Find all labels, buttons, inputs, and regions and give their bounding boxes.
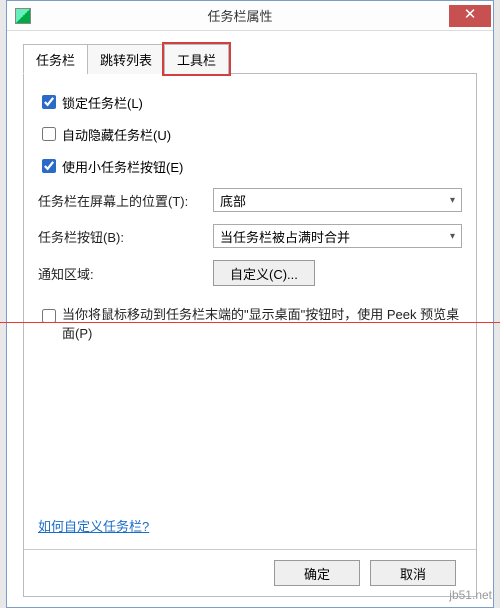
position-value: 底部: [220, 191, 246, 210]
close-icon[interactable]: ✕: [449, 5, 491, 27]
chevron-down-icon: ▾: [450, 231, 455, 242]
buttons-row: 任务栏按钮(B): 当任务栏被占满时合并 ▾: [38, 224, 462, 248]
autohide-row: 自动隐藏任务栏(U): [38, 124, 462, 144]
tab-toolbar-label: 工具栏: [177, 53, 216, 68]
tab-pane: 锁定任务栏(L) 自动隐藏任务栏(U) 使用小任务栏按钮(E) 任务栏在屏幕上的…: [23, 74, 477, 597]
titlebar: 任务栏属性 ✕: [7, 1, 493, 31]
autohide-checkbox[interactable]: [42, 127, 56, 141]
position-select[interactable]: 底部 ▾: [213, 188, 462, 212]
tab-taskbar[interactable]: 任务栏: [23, 44, 88, 74]
tab-jumplist-label: 跳转列表: [100, 53, 152, 68]
watermark: jb51.net: [449, 588, 492, 602]
small-row: 使用小任务栏按钮(E): [38, 156, 462, 176]
lock-row: 锁定任务栏(L): [38, 92, 462, 112]
tab-taskbar-label: 任务栏: [36, 53, 75, 68]
ok-button[interactable]: 确定: [274, 560, 360, 586]
peek-checkbox[interactable]: [42, 309, 56, 323]
notify-label: 通知区域:: [38, 264, 213, 283]
tab-jumplist[interactable]: 跳转列表: [87, 44, 165, 74]
small-checkbox[interactable]: [42, 159, 56, 173]
chevron-down-icon: ▾: [450, 195, 455, 206]
position-row: 任务栏在屏幕上的位置(T): 底部 ▾: [38, 188, 462, 212]
peek-label: 当你将鼠标移动到任务栏末端的"显示桌面"按钮时，使用 Peek 预览桌面(P): [62, 306, 462, 344]
customize-button[interactable]: 自定义(C)...: [213, 260, 315, 286]
app-icon: [15, 8, 31, 24]
peek-row: 当你将鼠标移动到任务栏末端的"显示桌面"按钮时，使用 Peek 预览桌面(P): [38, 306, 462, 344]
help-link[interactable]: 如何自定义任务栏?: [38, 516, 462, 535]
spacer: [38, 344, 462, 516]
tab-strip: 任务栏 跳转列表 工具栏: [23, 43, 477, 74]
small-label: 使用小任务栏按钮(E): [62, 157, 183, 176]
position-label: 任务栏在屏幕上的位置(T):: [38, 191, 213, 210]
client-area: 任务栏 跳转列表 工具栏 锁定任务栏(L) 自动隐藏任务栏(U) 使用小任务栏按…: [7, 31, 493, 607]
cancel-button[interactable]: 取消: [370, 560, 456, 586]
separator: [24, 549, 476, 550]
autohide-label: 自动隐藏任务栏(U): [62, 125, 171, 144]
buttons-value: 当任务栏被占满时合并: [220, 227, 350, 246]
buttons-select[interactable]: 当任务栏被占满时合并 ▾: [213, 224, 462, 248]
notify-row: 通知区域: 自定义(C)...: [38, 260, 462, 286]
tab-toolbar[interactable]: 工具栏: [164, 44, 229, 74]
dialog-buttons: 确定 取消: [38, 560, 462, 586]
buttons-label: 任务栏按钮(B):: [38, 227, 213, 246]
lock-label: 锁定任务栏(L): [62, 93, 143, 112]
dialog-window: 任务栏属性 ✕ 任务栏 跳转列表 工具栏 锁定任务栏(L) 自动隐藏任务栏(U)…: [6, 0, 494, 608]
window-title: 任务栏属性: [31, 6, 449, 25]
lock-checkbox[interactable]: [42, 95, 56, 109]
